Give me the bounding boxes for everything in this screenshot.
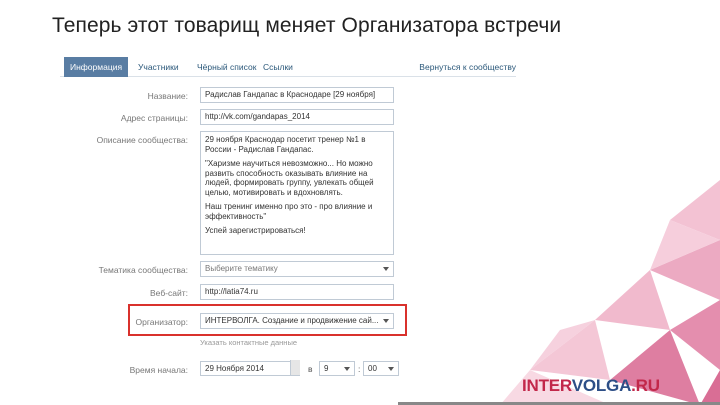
vk-community-settings-screenshot: Информация Участники Чёрный список Ссылк… (60, 57, 516, 379)
description-label: Описание сообщества: (96, 135, 188, 145)
chevron-down-icon (344, 367, 350, 371)
logo-part-ru: .RU (631, 376, 660, 395)
time-at-label: в (308, 364, 313, 374)
settings-tabs: Информация Участники Чёрный список Ссылк… (60, 57, 516, 77)
date-picker-scrollbar[interactable] (290, 360, 300, 375)
topic-select[interactable]: Выберите тематику (200, 261, 394, 277)
description-paragraph: Наш тренинг именно про это - про влияние… (205, 202, 373, 221)
organizer-select-value: ИНТЕРВОЛГА. Создание и продвижение сай..… (205, 316, 379, 325)
organizer-label: Организатор: (135, 317, 188, 327)
description-textarea[interactable]: 29 ноября Краснодар посетит тренер №1 в … (200, 131, 394, 255)
start-time-label: Время начала: (129, 365, 188, 375)
time-separator: : (358, 364, 361, 374)
start-hour-select[interactable]: 9 (319, 361, 355, 376)
name-input[interactable]: Радислав Гандапас в Краснодаре [29 ноябр… (200, 87, 394, 103)
intervolga-logo: INTERVOLGA.RU (522, 376, 660, 396)
chevron-down-icon (383, 319, 389, 323)
start-minute-value: 00 (368, 364, 377, 373)
slide-title: Теперь этот товарищ меняет Организатора … (52, 14, 562, 37)
tab-blacklist[interactable]: Чёрный список (197, 57, 256, 77)
chevron-down-icon (388, 367, 394, 371)
start-date-input[interactable]: 29 Ноября 2014 (200, 361, 300, 376)
decorative-polygons (500, 180, 720, 405)
description-paragraph: "Харизме научиться невозможно... Но можн… (205, 159, 374, 197)
description-paragraph: 29 ноября Краснодар посетит тренер №1 в … (205, 135, 366, 154)
address-input[interactable]: http://vk.com/gandapas_2014 (200, 109, 394, 125)
organizer-select[interactable]: ИНТЕРВОЛГА. Создание и продвижение сай..… (200, 313, 394, 329)
tab-info[interactable]: Информация (64, 57, 129, 77)
back-to-community-link[interactable]: Вернуться к сообществу (419, 57, 516, 77)
chevron-down-icon (383, 267, 389, 271)
website-input[interactable]: http://latia74.ru (200, 284, 394, 300)
address-label: Адрес страницы: (120, 113, 188, 123)
start-minute-select[interactable]: 00 (363, 361, 399, 376)
topic-select-value: Выберите тематику (205, 264, 278, 273)
start-date-value: 29 Ноября 2014 (205, 364, 264, 373)
name-label: Название: (147, 91, 188, 101)
organizer-contacts-link[interactable]: Указать контактные данные (200, 338, 297, 347)
start-hour-value: 9 (324, 364, 329, 373)
logo-part-volga: VOLGA (571, 376, 632, 395)
tab-links[interactable]: Ссылки (263, 57, 293, 77)
tab-members[interactable]: Участники (138, 57, 179, 77)
website-label: Веб-сайт: (150, 288, 188, 298)
description-paragraph: Успей зарегистрироваться! (205, 226, 306, 235)
logo-part-inter: INTER (522, 376, 572, 395)
topic-label: Тематика сообщества: (98, 265, 188, 275)
